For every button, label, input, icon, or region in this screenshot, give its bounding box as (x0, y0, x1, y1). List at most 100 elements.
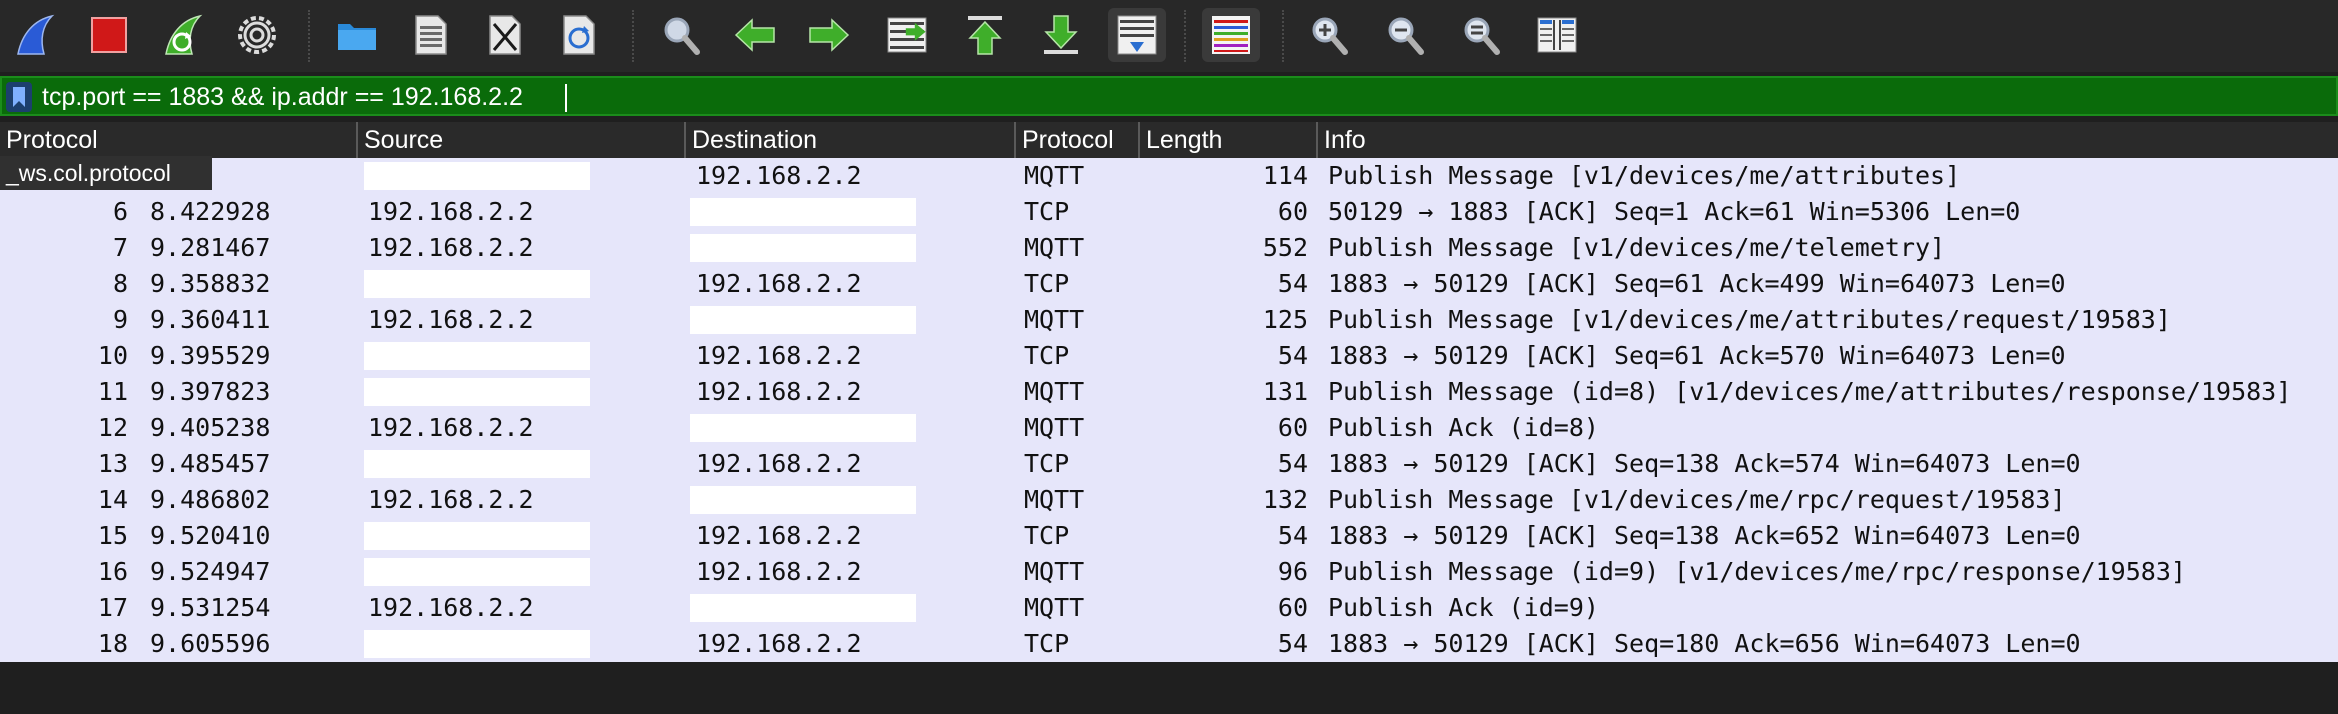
packet-source (368, 266, 678, 302)
gear-icon (238, 16, 276, 54)
display-filter-bar (0, 76, 2338, 116)
reload-file-button[interactable] (550, 8, 608, 62)
table-row[interactable]: 14 9.486802 192.168.2.2 MQTT 132 Publish Mess… (0, 482, 2338, 518)
packet-destination: 192.168.2.2 (696, 557, 862, 586)
zoom-reset-button[interactable] (1452, 8, 1510, 62)
packet-time: 9.395529 (150, 341, 271, 370)
column-header-length[interactable]: Length (1138, 122, 1318, 158)
colorize-button[interactable] (1202, 8, 1260, 62)
table-row[interactable]: 12 9.405238 192.168.2.2 MQTT 60 Publish Ack (… (0, 410, 2338, 446)
packet-time: 9.358832 (150, 269, 271, 298)
packet-destination: 192.168.2.2 (696, 629, 862, 658)
packet-number: 8 (112, 269, 128, 298)
packet-time: 9.605596 (150, 629, 271, 658)
go-back-button[interactable] (726, 8, 784, 62)
resize-columns-button[interactable] (1528, 8, 1586, 62)
table-row[interactable]: 11 9.397823 192.168.2.2 MQTT 131 Publish Mess… (0, 374, 2338, 410)
save-file-button[interactable] (402, 8, 460, 62)
zoom-in-icon (1312, 17, 1348, 55)
packet-length: 60 (1277, 593, 1308, 622)
table-row[interactable]: 18 9.605596 192.168.2.2 TCP 54 1883 → 50129 [… (0, 626, 2338, 662)
table-row[interactable]: 6 8.422928 192.168.2.2 TCP 60 50129 → 1883 [A… (0, 194, 2338, 230)
toolbar-separator (1282, 10, 1284, 62)
packet-number: 15 (97, 521, 128, 550)
main-toolbar (0, 0, 2338, 72)
packet-number: 11 (97, 377, 128, 406)
packet-destination: 192.168.2.2 (696, 377, 862, 406)
go-to-packet-button[interactable] (878, 8, 936, 62)
table-row[interactable]: 1333192.168.2.2MQTT114Publish Message [v… (0, 158, 2338, 194)
table-row[interactable]: 13 9.485457 192.168.2.2 TCP 54 1883 → 50129 [… (0, 446, 2338, 482)
packet-source (368, 518, 678, 554)
table-row[interactable]: 7 9.281467 192.168.2.2 MQTT 552 Publish Messa… (0, 230, 2338, 266)
restart-capture-button[interactable] (154, 8, 212, 62)
arrow-up-bar-icon (968, 16, 1002, 55)
binary-file-icon (415, 15, 447, 55)
close-file-button[interactable] (476, 8, 534, 62)
packet-length: 131 (1262, 377, 1308, 406)
packet-length: 54 (1277, 521, 1308, 550)
autoscroll-button[interactable] (1108, 8, 1166, 62)
table-row[interactable]: 9 9.360411 192.168.2.2 MQTT 125 Publish Messa… (0, 302, 2338, 338)
packet-source: 192.168.2.2 (368, 197, 534, 226)
packet-protocol: MQTT (1024, 377, 1085, 406)
packet-length: 96 (1277, 557, 1308, 586)
zoom-reset-icon (1464, 17, 1500, 55)
reload-file-icon (563, 15, 595, 55)
column-header-label: Destination (692, 126, 818, 154)
packet-protocol: TCP (1024, 521, 1070, 550)
packet-protocol: TCP (1024, 449, 1070, 478)
column-header-protocol-dragged[interactable]: Protocol (0, 122, 214, 158)
packet-time: 9.397823 (150, 377, 271, 406)
packet-number: 9 (112, 305, 128, 334)
stop-capture-button[interactable] (80, 8, 138, 62)
column-header-source[interactable]: Source (356, 122, 686, 158)
start-capture-button[interactable] (6, 8, 64, 62)
packet-source (368, 446, 678, 482)
first-packet-button[interactable] (956, 8, 1014, 62)
packet-number: 10 (97, 341, 128, 370)
packet-info: Publish Message [v1/devices/me/telemetry… (1328, 233, 1946, 262)
bottom-bar (0, 662, 2338, 714)
open-file-button[interactable] (328, 8, 386, 62)
column-header-protocol[interactable]: Protocol (1014, 122, 1142, 158)
packet-protocol: TCP (1024, 269, 1070, 298)
packet-length: 54 (1277, 341, 1308, 370)
column-drag-tooltip: _ws.col.protocol (0, 156, 212, 190)
find-packet-button[interactable] (652, 8, 710, 62)
table-row[interactable]: 8 9.358832 192.168.2.2 TCP 54 1883 → 50129 [A… (0, 266, 2338, 302)
packet-list: Protocol Source Destination Protocol Len… (0, 122, 2338, 662)
filter-bookmark-button[interactable] (6, 82, 32, 112)
packet-time: 9.520410 (150, 521, 271, 550)
column-header-info[interactable]: Info (1316, 122, 2338, 158)
packet-info: 1883 → 50129 [ACK] Seq=138 Ack=574 Win=6… (1328, 449, 2081, 478)
table-row[interactable]: 10 9.395529 192.168.2.2 TCP 54 1883 → 50129 [… (0, 338, 2338, 374)
go-forward-button[interactable] (800, 8, 858, 62)
packet-time: 9.281467 (150, 233, 271, 262)
column-header-destination[interactable]: Destination (684, 122, 1016, 158)
table-row[interactable]: 16 9.524947 192.168.2.2 MQTT 96 Publish Messa… (0, 554, 2338, 590)
packet-source (368, 374, 678, 410)
packet-destination (696, 230, 1006, 266)
packet-time: 9.531254 (150, 593, 271, 622)
packet-destination: 192.168.2.2 (696, 341, 862, 370)
table-row[interactable]: 15 9.520410 192.168.2.2 TCP 54 1883 → 50129 [… (0, 518, 2338, 554)
packet-protocol: MQTT (1024, 557, 1085, 586)
toolbar-separator (632, 10, 634, 62)
display-filter-input[interactable] (42, 80, 2322, 114)
zoom-in-button[interactable] (1300, 8, 1358, 62)
packet-protocol: MQTT (1024, 161, 1085, 190)
capture-options-button[interactable] (228, 8, 286, 62)
packet-protocol: TCP (1024, 197, 1070, 226)
packet-destination (696, 482, 1006, 518)
packet-protocol: MQTT (1024, 413, 1085, 442)
packet-source: 192.168.2.2 (368, 593, 534, 622)
zoom-out-button[interactable] (1376, 8, 1434, 62)
packet-source: 192.168.2.2 (368, 233, 534, 262)
packet-length: 125 (1262, 305, 1308, 334)
packet-length: 54 (1277, 269, 1308, 298)
packet-source (368, 554, 678, 590)
last-packet-button[interactable] (1032, 8, 1090, 62)
packet-number: 6 (112, 197, 128, 226)
table-row[interactable]: 17 9.531254 192.168.2.2 MQTT 60 Publish Ack (… (0, 590, 2338, 626)
